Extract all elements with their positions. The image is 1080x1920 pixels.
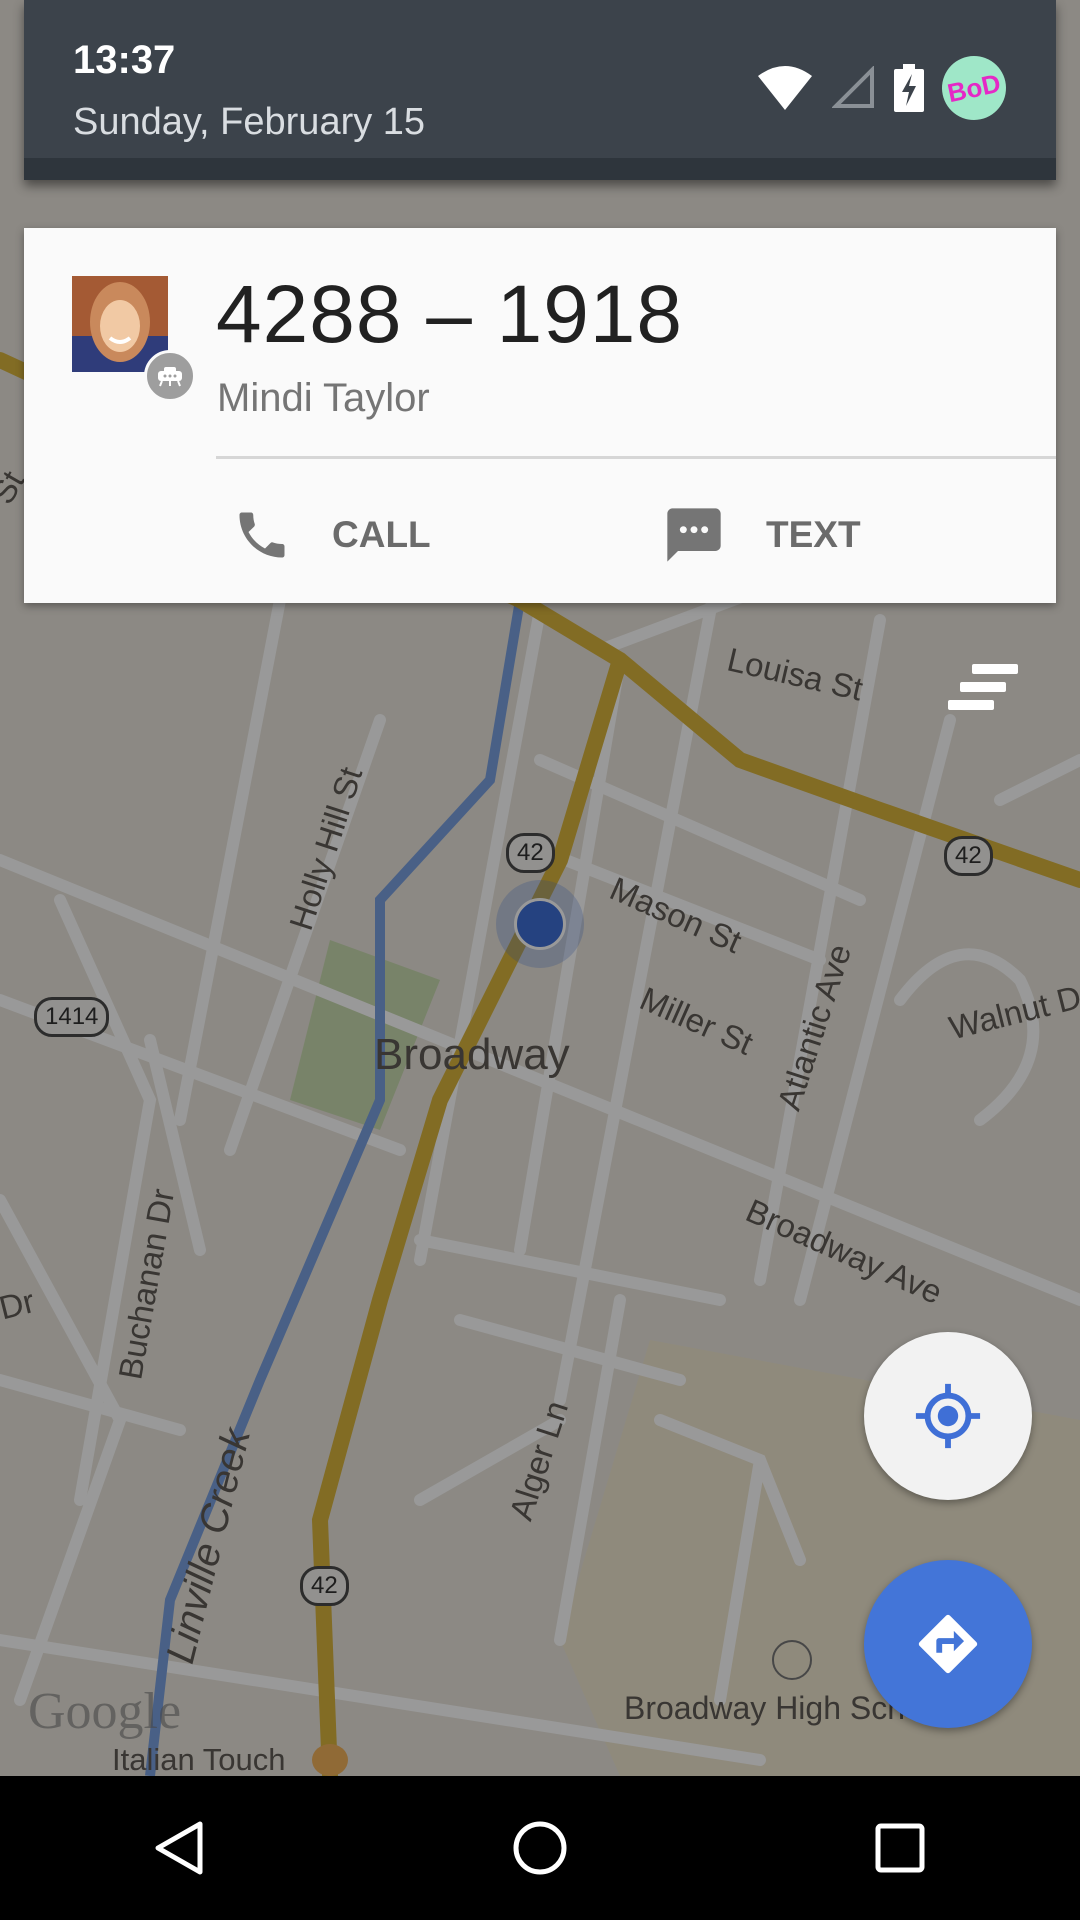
battery-charging-icon [894, 64, 924, 112]
text-label: TEXT [766, 514, 861, 555]
directions-button[interactable] [864, 1560, 1032, 1728]
call-label: CALL [332, 514, 431, 555]
route-shield: 1414 [34, 997, 110, 1037]
poi-label-high-school: Broadway High Sch [624, 1690, 906, 1726]
my-location-button[interactable] [864, 1332, 1032, 1500]
directions-icon [918, 1614, 978, 1674]
route-shield: 42 [300, 1566, 349, 1606]
clock: 13:37 [73, 38, 176, 82]
text-button[interactable]: TEXT [662, 490, 861, 580]
current-location-marker [496, 880, 584, 968]
caller-notification-card[interactable]: 4288 – 1918 Mindi Taylor CALL TEXT [24, 228, 1056, 603]
caller-phone-number: 4288 – 1918 [216, 269, 684, 360]
route-shield: 42 [506, 833, 555, 873]
back-button[interactable] [120, 1788, 240, 1908]
call-button[interactable]: CALL [232, 490, 431, 580]
back-triangle-icon [155, 1821, 203, 1875]
layers-icon [948, 664, 1018, 710]
google-logo: Google [28, 1683, 182, 1740]
card-divider [216, 456, 1056, 459]
recents-button[interactable] [840, 1788, 960, 1908]
contact-type-badge-icon [144, 350, 196, 402]
notification-shade-header[interactable]: 13:37 Sunday, February 15 BoD [24, 0, 1056, 180]
message-icon [667, 508, 721, 562]
user-avatar[interactable]: BoD [936, 50, 1012, 126]
route-shield: 42 [944, 836, 993, 876]
home-button[interactable] [480, 1788, 600, 1908]
cell-signal-icon [832, 66, 874, 108]
school-icon [772, 1640, 812, 1680]
home-circle-icon [513, 1821, 567, 1875]
caller-contact-name: Mindi Taylor [217, 376, 430, 420]
crosshair-location-icon [915, 1383, 981, 1449]
recents-square-icon [875, 1823, 925, 1873]
shade-divider-strip [24, 158, 1056, 180]
poi-label-italian-touch: Italian Touch [112, 1742, 286, 1776]
navigation-bar [0, 1776, 1080, 1920]
date[interactable]: Sunday, February 15 [73, 101, 425, 144]
status-icons: BoD [756, 50, 1012, 126]
restaurant-icon [312, 1744, 348, 1776]
neighborhood-label-broadway: Broadway [374, 1030, 570, 1079]
phone-icon [239, 512, 285, 558]
layers-button[interactable] [946, 662, 1022, 712]
wifi-icon [758, 66, 812, 110]
